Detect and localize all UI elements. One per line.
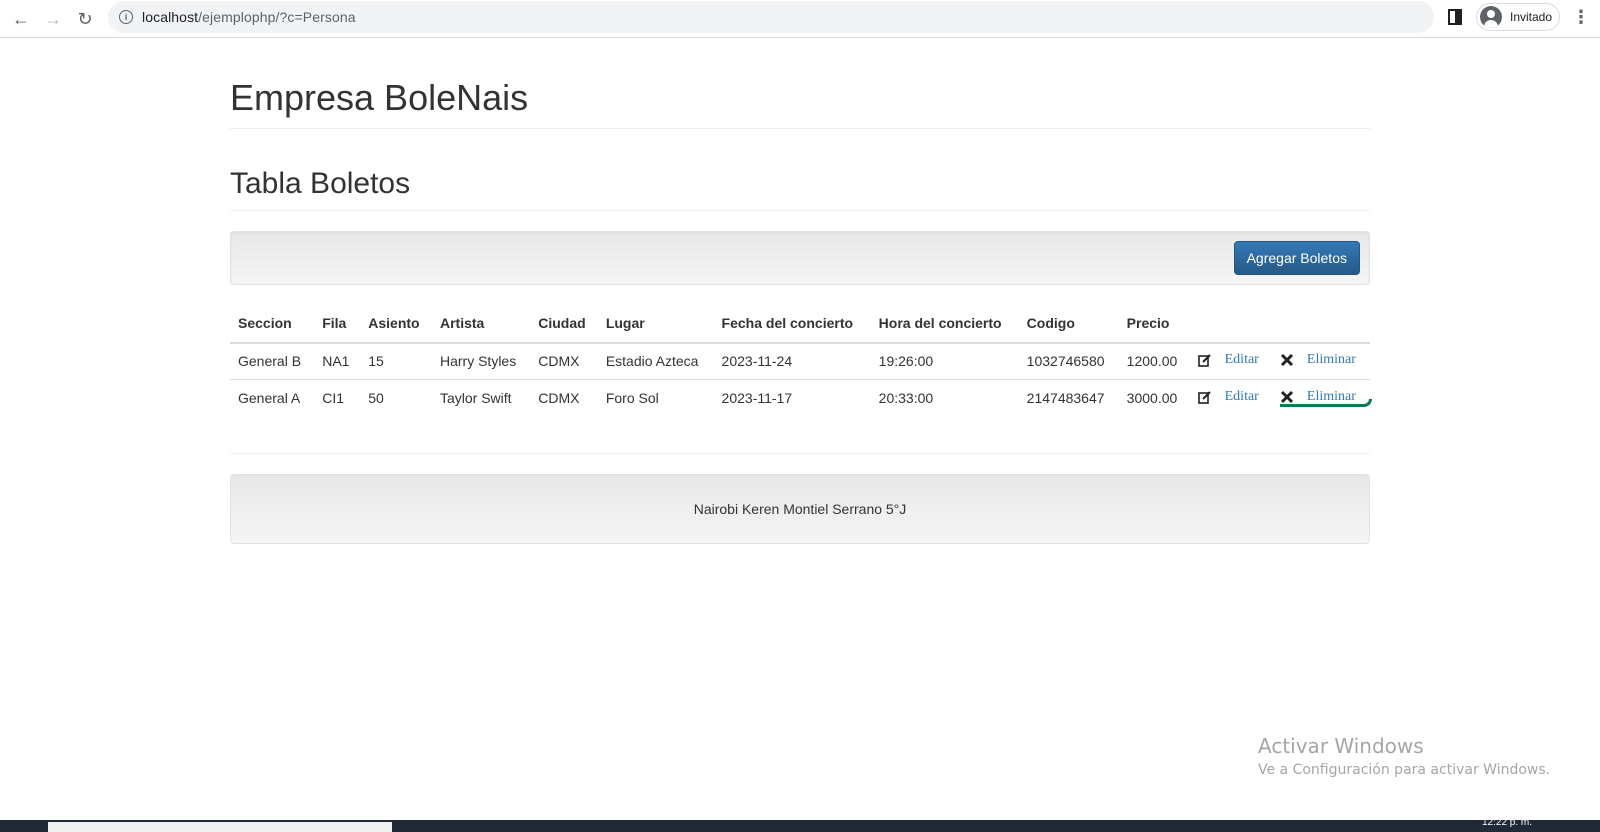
cell-fecha: 2023-11-17 [713, 379, 871, 417]
cell-precio: 3000.00 [1118, 379, 1190, 417]
cell-delete: Eliminar [1271, 379, 1372, 417]
column-header: Codigo [1018, 304, 1119, 344]
column-header: Seccion [230, 304, 315, 344]
edit-action[interactable]: Editar [1197, 352, 1259, 368]
watermark-subtitle: Ve a Configuración para activar Windows. [1258, 762, 1551, 778]
annotation-underline [1279, 399, 1372, 408]
browser-toolbar: ← → ↻ i localhost/ejemplophp/?c=Persona … [0, 0, 1600, 38]
side-panel-icon[interactable] [1448, 9, 1462, 25]
reload-icon[interactable]: ↻ [72, 6, 98, 32]
cell-codigo: 2147483647 [1018, 379, 1119, 417]
page-title: Empresa BoleNais [230, 77, 529, 118]
page-container: Empresa BoleNais Tabla Boletos Agregar B… [230, 38, 1372, 544]
cell-ciudad: CDMX [530, 379, 598, 417]
cell-delete: Eliminar [1271, 342, 1370, 380]
footer: Nairobi Keren Montiel Serrano 5°J [230, 473, 1370, 544]
site-info-icon[interactable]: i [119, 10, 133, 24]
cell-hora: 19:26:00 [870, 342, 1019, 380]
cell-hora: 20:33:00 [870, 379, 1019, 417]
cell-artista: Taylor Swift [431, 379, 531, 417]
edit-action[interactable]: Editar [1197, 389, 1259, 405]
edit-link[interactable]: Editar [1225, 389, 1259, 405]
url-host: localhost [142, 9, 199, 25]
profile-button[interactable]: Invitado [1476, 3, 1560, 31]
cell-lugar: Estadio Azteca [597, 342, 714, 380]
cell-fila: CI1 [314, 379, 361, 417]
delete-link[interactable]: Eliminar [1307, 352, 1356, 368]
footer-text: Nairobi Keren Montiel Serrano 5°J [693, 500, 907, 517]
url-text: localhost/ejemplophp/?c=Persona [142, 9, 356, 25]
column-header: Ciudad [530, 304, 598, 344]
column-header: Fecha del concierto [713, 304, 871, 344]
back-icon[interactable]: ← [8, 6, 34, 32]
table-row: General A CI1 50 Taylor Swift CDMX Foro … [230, 379, 1372, 417]
cell-fecha: 2023-11-24 [713, 342, 871, 380]
taskbar-search-box[interactable] [48, 822, 392, 832]
remove-icon [1280, 353, 1294, 367]
cell-asiento: 50 [360, 379, 432, 417]
edit-link[interactable]: Editar [1225, 352, 1259, 368]
taskbar-clock: 12:22 p. m. [1482, 817, 1533, 828]
section-title: Tabla Boletos [230, 166, 411, 200]
kebab-menu-icon[interactable]: ⋮ [1572, 6, 1590, 30]
table-row: General B NA1 15 Harry Styles CDMX Estad… [230, 342, 1370, 380]
column-header: Asiento [360, 304, 432, 344]
cell-precio: 1200.00 [1118, 342, 1190, 380]
delete-action[interactable]: Eliminar [1280, 352, 1356, 368]
edit-icon [1197, 390, 1212, 405]
cell-lugar: Foro Sol [597, 379, 714, 417]
column-header: Artista [431, 304, 531, 344]
cell-seccion: General B [230, 342, 315, 380]
column-header-edit [1189, 304, 1272, 344]
tickets-table: Seccion Fila Asiento Artista Ciudad Luga… [230, 304, 1372, 417]
edit-icon [1197, 353, 1212, 368]
cell-codigo: 1032746580 [1018, 342, 1119, 380]
avatar-icon [1480, 6, 1502, 28]
cell-ciudad: CDMX [530, 342, 598, 380]
profile-label: Invitado [1510, 10, 1553, 24]
cell-edit: Editar [1189, 379, 1272, 417]
cell-artista: Harry Styles [431, 342, 531, 380]
cell-fila: NA1 [314, 342, 361, 380]
column-header: Fila [314, 304, 361, 344]
column-header: Precio [1118, 304, 1190, 344]
cell-edit: Editar [1189, 342, 1272, 380]
watermark-title: Activar Windows [1258, 734, 1424, 758]
table-header-row: Seccion Fila Asiento Artista Ciudad Luga… [230, 304, 1370, 344]
windows-activation-watermark: Activar Windows Ve a Configuración para … [1258, 734, 1550, 778]
cell-asiento: 15 [360, 342, 432, 380]
add-tickets-button[interactable]: Agregar Boletos [1233, 240, 1360, 275]
taskbar: 12:22 p. m. [0, 817, 1600, 832]
footer-divider [230, 452, 1370, 454]
url-path: /ejemplophp/?c=Persona [198, 9, 356, 25]
address-bar[interactable]: i localhost/ejemplophp/?c=Persona [108, 1, 1434, 33]
page-header: Empresa BoleNais [230, 78, 1370, 129]
forward-icon[interactable]: → [40, 6, 66, 32]
cell-seccion: General A [230, 379, 315, 417]
column-header: Hora del concierto [870, 304, 1019, 344]
column-header-delete [1271, 304, 1370, 344]
section-header: Tabla Boletos [230, 167, 1370, 211]
column-header: Lugar [597, 304, 714, 344]
toolbar-well: Agregar Boletos [230, 230, 1370, 285]
